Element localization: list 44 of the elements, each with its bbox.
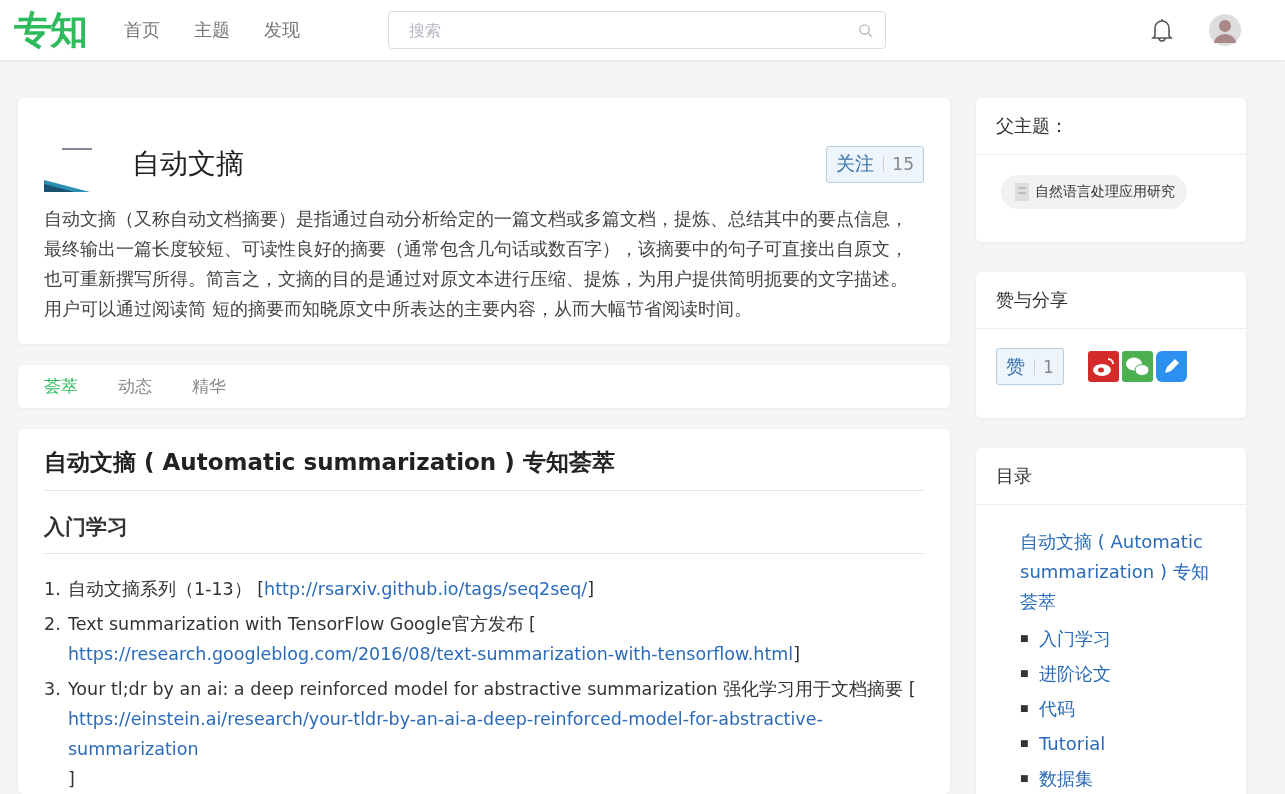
nav-link[interactable]: 首页 (124, 18, 160, 42)
wechat-icon[interactable] (1121, 351, 1153, 382)
tab[interactable]: 动态 (118, 375, 152, 398)
chip-label: 自然语言处理应用研究 (1035, 183, 1175, 201)
avatar[interactable] (1209, 14, 1241, 46)
card-title: 赞与分享 (976, 272, 1246, 329)
link[interactable]: http://rsarxiv.github.io/tags/seq2seq/ (264, 574, 588, 604)
topic-thumbnail-icon (1015, 183, 1029, 201)
nav-link[interactable]: 主题 (194, 18, 230, 42)
bullet: ■ (1020, 632, 1030, 645)
toc-link[interactable]: Tutorial (1039, 726, 1106, 761)
pencil-icon[interactable] (1155, 351, 1187, 382)
list-item: 自动文摘系列（1-13） [http://rsarxiv.github.io/tags/seq2seq/] (68, 574, 924, 604)
search-field[interactable]: 搜索 (388, 11, 886, 49)
bullet: ■ (1020, 702, 1030, 715)
topic-description: 自动文摘（又称自动文档摘要）是指通过自动分析给定的一篇文档或多篇文档，提炼、总结其中的要点信息，最终输出一篇长度较短、可读性良好的摘要（通常包含几句话或数百字），该摘要中的句子可直接出自原文，也可重新撰写所得。简言之，文摘的目的是通过对原文本进行压缩、提炼，为用户提供简明扼要的文字描述。用户可以通过阅读简 短的摘要而知晓原文中所表达的主要内容，从而大幅节省阅读时间。 (44, 208, 909, 321)
toc-link[interactable]: 进阶论文 (1039, 656, 1111, 691)
weibo-icon[interactable] (1087, 351, 1119, 382)
bullet: ■ (1020, 667, 1030, 680)
toc-link[interactable]: 代码 (1039, 691, 1075, 726)
topic-title: 自动文摘 (132, 146, 245, 182)
toc-link[interactable]: 自动文摘 ( Automatic summarization ) 专知荟萃 (1020, 527, 1226, 617)
link[interactable]: https://research.googleblog.com/2016/08/text-summarization-with-tensorflow.html (68, 639, 794, 669)
like-button[interactable]: 赞 1 (996, 348, 1064, 385)
toc-link[interactable]: 入门学习 (1039, 621, 1111, 656)
link[interactable]: https://einstein.ai/research/your-tldr-by-an-ai-a-deep-reinforced-model-for-abstractive-summarization (68, 704, 924, 764)
card-title: 目录 (976, 448, 1246, 505)
search-icon[interactable] (858, 22, 873, 38)
bullet: ■ (1020, 772, 1030, 785)
topic-chip[interactable]: 自然语言处理应用研究 (1001, 175, 1187, 209)
list-item: Your tl;dr by an ai: a deep reinforced model for abstractive summarization 强化学习用于文档摘要 [ https://einstein.ai/research/your-tldr-by-an-ai-a-deep-reinforced-model-for-abstractive-summarization ] (68, 674, 924, 794)
nav-link[interactable]: 发现 (264, 18, 300, 42)
list-item: Text summarization with TensorFlow Google官方发布 [ https://research.googleblog.com/2016/08/text-summarization-with-tensorflow.html] (68, 609, 924, 669)
tab[interactable]: 精华 (192, 375, 226, 398)
list-number: 3. (44, 678, 62, 701)
list-number: 2. (44, 613, 62, 636)
toc-link[interactable]: 数据集 (1039, 761, 1093, 794)
follow-button[interactable]: 关注 15 (826, 145, 924, 183)
bullet: ■ (1020, 737, 1030, 750)
card-title: 父主题： (976, 98, 1246, 155)
article-title: 自动文摘 ( Automatic summarization ) 专知荟萃 (44, 447, 924, 491)
bell-icon[interactable] (1151, 17, 1173, 43)
section-heading: 入门学习 (44, 491, 924, 554)
list-number: 1. (44, 578, 62, 601)
